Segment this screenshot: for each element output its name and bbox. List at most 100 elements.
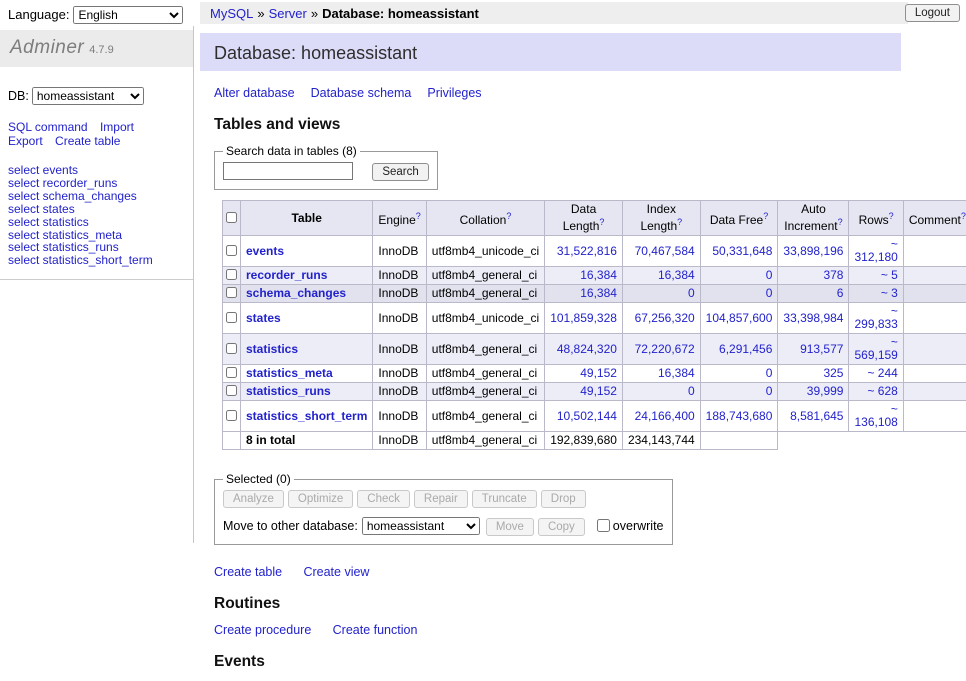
rows-link[interactable]: ~ 3 [881, 286, 898, 300]
help-icon[interactable]: ? [961, 211, 966, 221]
auto-increment-link[interactable]: 6 [837, 286, 844, 300]
import-link[interactable]: Import [100, 120, 134, 134]
db-action-link[interactable]: Privileges [427, 86, 481, 100]
table-name-link[interactable]: states [246, 311, 281, 325]
row-checkbox[interactable] [226, 245, 237, 256]
table-name-link[interactable]: statistics_runs [246, 384, 331, 398]
help-icon[interactable]: ? [763, 211, 768, 221]
data-length-link[interactable]: 16,384 [580, 286, 617, 300]
auto-increment-link[interactable]: 325 [823, 366, 843, 380]
selected-action-button[interactable]: Check [357, 490, 410, 508]
table-name-link[interactable]: schema_changes [246, 286, 346, 300]
select-all-checkbox[interactable] [226, 212, 237, 223]
row-checkbox[interactable] [226, 343, 237, 354]
selected-action-button[interactable]: Truncate [472, 490, 537, 508]
create-table-link[interactable]: Create table [214, 565, 282, 579]
data-free-link[interactable]: 0 [766, 384, 773, 398]
selected-action-button[interactable]: Analyze [223, 490, 284, 508]
auto-increment-link[interactable]: 8,581,645 [790, 409, 843, 423]
table-name-link[interactable]: events [246, 244, 284, 258]
data-free-link[interactable]: 50,331,648 [712, 244, 772, 258]
move-db-select[interactable]: homeassistant [362, 517, 480, 535]
data-free-link[interactable]: 188,743,680 [706, 409, 773, 423]
data-length-link[interactable]: 48,824,320 [557, 342, 617, 356]
data-free-link[interactable]: 6,291,456 [719, 342, 772, 356]
db-select[interactable]: homeassistant [32, 87, 144, 105]
rows-link[interactable]: ~ 136,108 [854, 402, 897, 429]
help-icon[interactable]: ? [677, 217, 682, 227]
table-name-link[interactable]: statistics [246, 342, 298, 356]
logout-button[interactable]: Logout [905, 4, 960, 22]
table-name-link[interactable]: statistics_meta [246, 366, 333, 380]
index-length-link[interactable]: 70,467,584 [635, 244, 695, 258]
select-table-link[interactable]: select statistics [8, 216, 193, 229]
create-function-link[interactable]: Create function [333, 623, 418, 637]
help-icon[interactable]: ? [599, 217, 604, 227]
selected-action-button[interactable]: Drop [541, 490, 586, 508]
db-action-link[interactable]: Alter database [214, 86, 295, 100]
auto-increment-link[interactable]: 33,898,196 [783, 244, 843, 258]
create-view-link[interactable]: Create view [303, 565, 369, 579]
db-action-link[interactable]: Database schema [311, 86, 412, 100]
language-select[interactable]: English [73, 6, 183, 24]
data-length-link[interactable]: 101,859,328 [550, 311, 617, 325]
data-length-link[interactable]: 31,522,816 [557, 244, 617, 258]
row-checkbox[interactable] [226, 269, 237, 280]
rows-link[interactable]: ~ 569,159 [854, 335, 897, 362]
index-length-link[interactable]: 67,256,320 [635, 311, 695, 325]
data-length-link[interactable]: 10,502,144 [557, 409, 617, 423]
index-length-link[interactable]: 16,384 [658, 366, 695, 380]
index-length-link[interactable]: 72,220,672 [635, 342, 695, 356]
search-button[interactable]: Search [372, 163, 428, 181]
select-table-link[interactable]: select states [8, 203, 193, 216]
data-free-link[interactable]: 0 [766, 366, 773, 380]
row-checkbox[interactable] [226, 410, 237, 421]
index-length-link[interactable]: 0 [688, 384, 695, 398]
export-link[interactable]: Export [8, 134, 43, 148]
auto-increment-link[interactable]: 913,577 [800, 342, 843, 356]
rows-link[interactable]: ~ 628 [867, 384, 897, 398]
row-checkbox[interactable] [226, 287, 237, 298]
rows-link[interactable]: ~ 299,833 [854, 304, 897, 331]
rows-link[interactable]: ~ 312,180 [854, 237, 897, 264]
help-icon[interactable]: ? [506, 211, 511, 221]
auto-increment-link[interactable]: 378 [823, 268, 843, 282]
row-checkbox[interactable] [226, 312, 237, 323]
select-table-link[interactable]: select statistics_short_term [8, 254, 193, 267]
overwrite-checkbox[interactable] [597, 519, 610, 532]
index-length-link[interactable]: 0 [688, 286, 695, 300]
table-name-link[interactable]: recorder_runs [246, 268, 327, 282]
data-free-link[interactable]: 0 [766, 286, 773, 300]
select-table-link[interactable]: select events [8, 164, 193, 177]
data-free-link[interactable]: 0 [766, 268, 773, 282]
row-checkbox[interactable] [226, 367, 237, 378]
select-table-link[interactable]: select recorder_runs [8, 177, 193, 190]
create-table-sidebar-link[interactable]: Create table [55, 134, 120, 148]
rows-link[interactable]: ~ 244 [867, 366, 897, 380]
index-length-link[interactable]: 16,384 [658, 268, 695, 282]
help-icon[interactable]: ? [838, 217, 843, 227]
auto-increment-link[interactable]: 39,999 [807, 384, 844, 398]
data-length-link[interactable]: 49,152 [580, 384, 617, 398]
search-input[interactable] [223, 162, 353, 180]
move-button[interactable]: Move [486, 518, 534, 536]
column-header-label: Engine [378, 213, 415, 227]
selected-action-button[interactable]: Optimize [288, 490, 353, 508]
auto-increment-link[interactable]: 33,398,984 [783, 311, 843, 325]
copy-button[interactable]: Copy [538, 518, 585, 536]
row-checkbox[interactable] [226, 385, 237, 396]
data-length-link[interactable]: 49,152 [580, 366, 617, 380]
table-name-link[interactable]: statistics_short_term [246, 409, 367, 423]
create-procedure-link[interactable]: Create procedure [214, 623, 311, 637]
breadcrumb-server-link[interactable]: Server [269, 6, 307, 21]
index-length-link[interactable]: 24,166,400 [635, 409, 695, 423]
breadcrumb-mysql-link[interactable]: MySQL [210, 6, 253, 21]
rows-link[interactable]: ~ 5 [881, 268, 898, 282]
data-free-link[interactable]: 104,857,600 [706, 311, 773, 325]
select-table-link[interactable]: select schema_changes [8, 190, 193, 203]
data-length-link[interactable]: 16,384 [580, 268, 617, 282]
selected-action-button[interactable]: Repair [414, 490, 468, 508]
help-icon[interactable]: ? [889, 211, 894, 221]
help-icon[interactable]: ? [416, 211, 421, 221]
sql-command-link[interactable]: SQL command [8, 120, 88, 134]
